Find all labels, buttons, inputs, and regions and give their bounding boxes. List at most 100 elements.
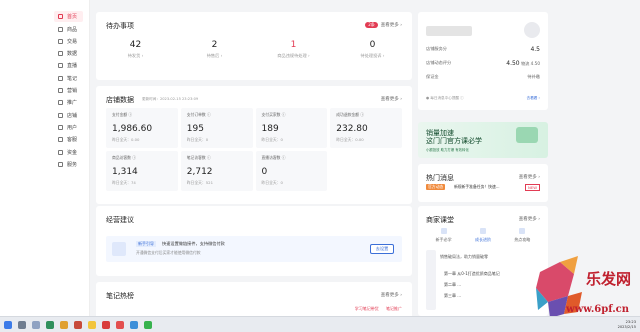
metric-yesterday: 昨日全天：0 <box>186 137 209 142</box>
app-icon[interactable] <box>116 321 124 329</box>
watermark-name: 乐发网 <box>586 270 632 288</box>
sidebar-item[interactable]: 客服 <box>54 134 83 145</box>
shop-data-more-link[interactable]: 查看更多 › <box>381 96 402 102</box>
tab-hot[interactable]: 热点攻略 <box>514 228 530 243</box>
wechat-icon[interactable] <box>144 321 152 329</box>
metric-card[interactable]: 笔记访客数 ⓘ 2,712 昨日全天：521 <box>180 151 253 191</box>
course-cover <box>426 250 436 310</box>
alert-link[interactable]: 去看看 › <box>527 96 540 101</box>
sidebar-item[interactable]: 笔记 <box>54 73 83 84</box>
todo-item[interactable]: 42 待发货 › <box>96 40 175 59</box>
app-icon[interactable] <box>130 321 138 329</box>
metric-card[interactable]: 支付订单数 ⓘ 195 昨日全天：0 <box>180 108 253 148</box>
metric-value: 0 <box>261 167 268 177</box>
deposit-label: 保证金 <box>426 74 439 79</box>
metric-yesterday: 昨日全天：0 <box>261 180 283 185</box>
service-score-label: 店铺服务分 <box>426 46 447 51</box>
sidebar-logo <box>0 0 89 10</box>
course-subtitle[interactable]: 销售破局法，助力销量破零 <box>440 254 488 260</box>
tab-newbie[interactable]: 新手必学 <box>436 228 452 243</box>
metric-label: 直播访客数 ⓘ <box>261 155 286 160</box>
service-market-icon <box>58 161 63 167</box>
note-icon <box>58 75 63 81</box>
metric-yesterday: 昨日全天：0.00 <box>336 137 364 142</box>
metric-yesterday: 昨日全天：0 <box>261 137 283 142</box>
todo-more-link[interactable]: 2条 查看更多 › <box>365 22 402 28</box>
tab-newbie-label: 新手必学 <box>435 237 452 242</box>
course-item[interactable]: 第三章 ... <box>444 290 500 301</box>
metric-yesterday: 昨日全天：521 <box>186 180 213 185</box>
growth-icon <box>479 228 486 234</box>
todo-item[interactable]: 2 待售后 › <box>175 40 254 59</box>
metric-card[interactable]: 支付买家数 ⓘ 189 昨日全天：0 <box>255 108 328 148</box>
deposit-status[interactable]: 待补缴 <box>527 74 540 80</box>
sidebar-item[interactable]: 服务 <box>54 159 83 170</box>
new-badge: NEW <box>525 184 540 191</box>
folder-icon[interactable] <box>88 321 96 329</box>
tab-growth[interactable]: 成长进阶 <box>475 228 491 243</box>
hot-news-card: 热门消息 查看更多 › 官方动态 新规新手准备任务！快速… NEW <box>418 164 548 202</box>
metric-value: 1,314 <box>112 167 138 177</box>
hot-tag: 官方动态 <box>426 184 446 190</box>
sidebar-item[interactable]: 商品 <box>54 24 83 35</box>
todo-label: 待售后 › <box>206 53 223 58</box>
shop-name-blurred <box>426 26 472 36</box>
sidebar-item[interactable]: 用户 <box>54 122 83 133</box>
sidebar-item[interactable]: 店铺 <box>54 110 83 121</box>
taskview-icon[interactable] <box>32 321 40 329</box>
sidebar-item[interactable]: 推广 <box>54 97 83 108</box>
clock-date: 2023/2/15 <box>617 325 636 329</box>
sidebar-item[interactable]: 营销 <box>54 85 83 96</box>
sidebar-item-label: 直播 <box>67 63 78 70</box>
metric-label: 笔记访客数 ⓘ <box>186 155 211 160</box>
school-more-link[interactable]: 查看更多 › <box>519 216 540 222</box>
avatar[interactable] <box>524 22 540 38</box>
course-item[interactable]: 第二章 ... <box>444 279 500 290</box>
sidebar-item[interactable]: 直播 <box>54 60 83 71</box>
search-icon[interactable] <box>18 321 26 329</box>
metric-card[interactable]: 直播访客数 ⓘ 0 昨日全天：0 <box>255 151 328 191</box>
start-icon[interactable] <box>4 321 12 329</box>
todo-item[interactable]: 1 商品违规待处理 › <box>254 40 333 59</box>
school-tabs: 新手必学 成长进阶 热点攻略 <box>424 228 542 243</box>
biz-headline: 快速设置做链接件，支持微信付款 <box>162 241 225 246</box>
chrome-icon[interactable] <box>60 321 68 329</box>
sidebar-item[interactable]: 交易 <box>54 36 83 47</box>
app-icon[interactable] <box>102 321 110 329</box>
todo-title: 待办事项 <box>106 22 134 30</box>
todo-item[interactable]: 0 待处理投诉 › <box>333 40 412 59</box>
dynamic-score-row: 店铺动态评分 4.50 物流 4.50 <box>426 60 540 67</box>
metric-label: 成功退款金额 ⓘ <box>336 112 365 117</box>
promotion-icon <box>58 100 63 106</box>
metric-card[interactable]: 商品访客数 ⓘ 1,314 昨日全天：74 <box>106 151 178 191</box>
go-setup-button[interactable]: 去设置 <box>370 244 394 254</box>
hot-news-item[interactable]: 新规新手准备任务！快速… <box>454 184 500 190</box>
metric-card[interactable]: 支付金额 ⓘ 1,986.60 昨日全天：0.00 <box>106 108 178 148</box>
hot-title: 热门消息 <box>426 174 454 182</box>
app-icon[interactable] <box>46 321 54 329</box>
sidebar-item[interactable]: 数据 <box>54 48 83 59</box>
metric-card[interactable]: 成功退款金额 ⓘ 232.80 昨日全天：0.00 <box>330 108 402 148</box>
marketing-icon <box>58 88 63 94</box>
metric-value: 232.80 <box>336 124 368 134</box>
hot-more-link[interactable]: 查看更多 › <box>519 174 540 180</box>
hot-icon <box>519 228 526 234</box>
promo-banner[interactable]: 销量加速 这门门官方课必学 小额投放 助力打爆 有效转化 <box>418 122 548 158</box>
shop-data-updated: 更新时间：2023-02-15 23:23:09 <box>142 97 199 101</box>
shop-info-card: 店铺服务分 4.5 店铺动态评分 4.50 物流 4.50 保证金 待补缴 ● … <box>418 12 548 110</box>
course-item[interactable]: 第一章 从0-1打造优质商品笔记 <box>444 268 500 279</box>
sidebar-item-label: 客服 <box>67 137 78 144</box>
notes-link-learn[interactable]: 学习笔记带货 <box>355 306 379 311</box>
todo-count: 2 <box>211 40 218 50</box>
notes-title: 笔记热榜 <box>106 292 134 300</box>
goods-icon <box>58 26 63 32</box>
notes-more-link[interactable]: 查看更多 › <box>381 292 402 298</box>
app-icon[interactable] <box>74 321 82 329</box>
todo-label: 待发货 › <box>127 53 144 58</box>
sidebar-item[interactable]: 资金 <box>54 147 83 158</box>
guide-icon <box>112 242 126 256</box>
metric-label: 支付金额 ⓘ <box>112 112 133 117</box>
notes-links: 学习笔记带货 笔记推广 <box>349 306 402 312</box>
sidebar-item[interactable]: 首页 <box>54 11 83 23</box>
notes-link-promote[interactable]: 笔记推广 <box>386 306 402 311</box>
